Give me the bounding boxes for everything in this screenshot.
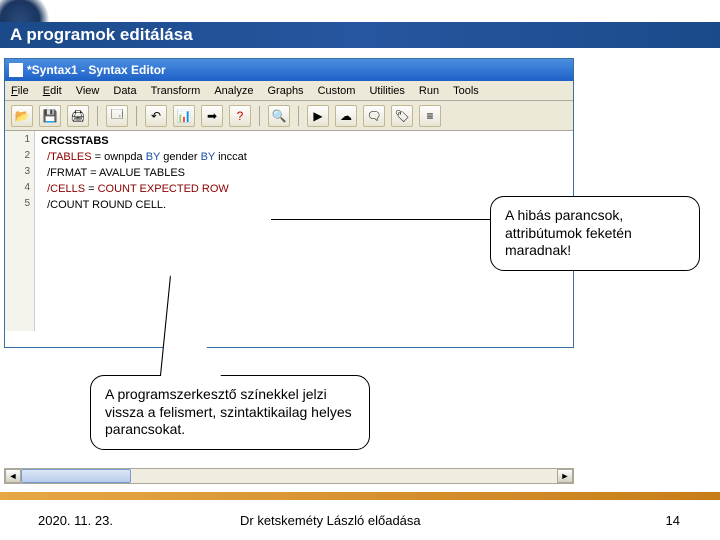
use-sets-icon[interactable]: ≡	[419, 105, 441, 127]
open-icon[interactable]: 📂	[11, 105, 33, 127]
run-icon[interactable]: ▶	[307, 105, 329, 127]
save-icon[interactable]: 💾	[39, 105, 61, 127]
code-line-1: CRCSSTABS	[41, 133, 567, 149]
goto-chart-icon[interactable]: 📊	[173, 105, 195, 127]
goto-case-icon[interactable]: ➡	[201, 105, 223, 127]
gutter-line: 2	[5, 150, 34, 166]
gutter-line: 5	[5, 198, 34, 214]
window-titlebar: *Syntax1 - Syntax Editor	[5, 59, 573, 81]
syntax-editor-window: *Syntax1 - Syntax Editor File Edit View …	[4, 58, 574, 348]
menu-analyze[interactable]: Analyze	[214, 85, 253, 97]
code-line-4: /CELLS = COUNT EXPECTED ROW	[41, 181, 567, 197]
footer-author: Dr ketskeméty László előadása	[240, 513, 421, 528]
variables-icon[interactable]: ☁	[335, 105, 357, 127]
menu-edit[interactable]: Edit	[43, 85, 62, 97]
app-icon	[9, 63, 23, 77]
menu-transform[interactable]: Transform	[151, 85, 201, 97]
callout-colors: A programszerkesztő színekkel jelzi viss…	[90, 375, 370, 450]
horizontal-scrollbar[interactable]: ◄ ►	[4, 468, 574, 484]
menubar[interactable]: File Edit View Data Transform Analyze Gr…	[5, 81, 573, 101]
menu-tools[interactable]: Tools	[453, 85, 479, 97]
scroll-right-icon[interactable]: ►	[557, 469, 573, 483]
undo-icon[interactable]: ↶	[145, 105, 167, 127]
menu-file[interactable]: File	[11, 85, 29, 97]
code-area[interactable]: 1 2 3 4 5 CRCSSTABS /TABLES = ownpda BY …	[5, 131, 573, 331]
scroll-left-icon[interactable]: ◄	[5, 469, 21, 483]
menu-run[interactable]: Run	[419, 85, 439, 97]
comment-icon[interactable]: 🗨	[363, 105, 385, 127]
menu-view[interactable]: View	[76, 85, 100, 97]
line-gutter: 1 2 3 4 5	[5, 131, 35, 331]
menu-data[interactable]: Data	[113, 85, 136, 97]
footer-divider	[0, 492, 720, 500]
menu-custom[interactable]: Custom	[318, 85, 356, 97]
scroll-thumb[interactable]	[21, 469, 131, 483]
gutter-line: 3	[5, 166, 34, 182]
footer-date: 2020. 11. 23.	[38, 513, 113, 528]
scroll-track[interactable]	[21, 469, 557, 483]
slide-footer: 2020. 11. 23. Dr ketskeméty László előad…	[0, 500, 720, 540]
callout-errors: A hibás parancsok, attribútumok feketén …	[490, 196, 700, 271]
toolbar: 📂 💾 🖨 🗔 ↶ 📊 ➡ ? 🔍 ▶ ☁ 🗨 🏷 ≡	[5, 101, 573, 131]
gutter-line: 1	[5, 134, 34, 150]
code-line-3: /FRMAT = AVALUE TABLES	[41, 165, 567, 181]
find-icon[interactable]: 🔍	[268, 105, 290, 127]
code-line-2: /TABLES = ownpda BY gender BY inccat	[41, 149, 567, 165]
menu-graphs[interactable]: Graphs	[267, 85, 303, 97]
code-line-5: /COUNT ROUND CELL.	[41, 197, 567, 213]
print-icon[interactable]: 🖨	[67, 105, 89, 127]
window-title-text: *Syntax1 - Syntax Editor	[27, 63, 166, 77]
menu-utilities[interactable]: Utilities	[369, 85, 404, 97]
slide-title: A programok editálása	[0, 22, 720, 48]
footer-page-number: 14	[666, 513, 680, 528]
help-icon[interactable]: ?	[229, 105, 251, 127]
dialog-recall-icon[interactable]: 🗔	[106, 105, 128, 127]
gutter-line: 4	[5, 182, 34, 198]
value-labels-icon[interactable]: 🏷	[391, 105, 413, 127]
